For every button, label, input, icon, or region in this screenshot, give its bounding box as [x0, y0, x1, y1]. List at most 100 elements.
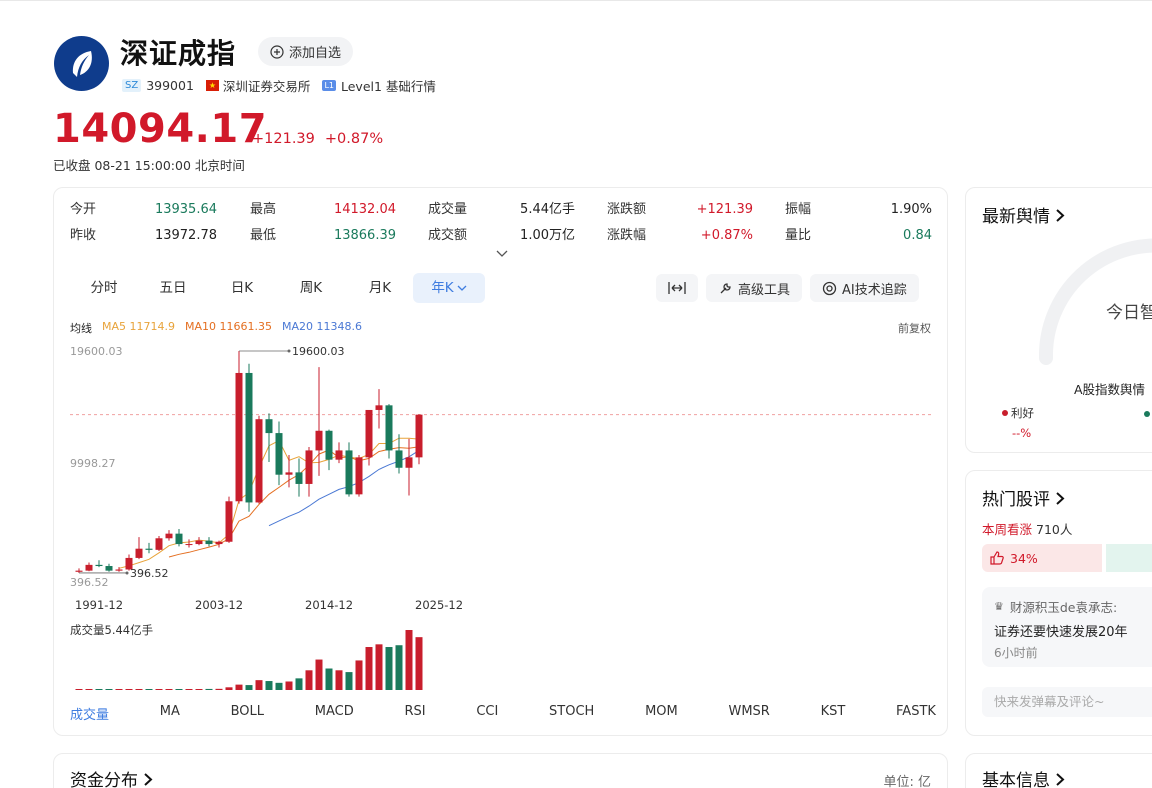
indicator-tab[interactable]: BOLL — [231, 704, 264, 723]
bearish-bar[interactable] — [1106, 544, 1152, 572]
basic-info-title-text: 基本信息 — [982, 771, 1050, 788]
volume-bar — [105, 689, 113, 690]
volume-bar — [265, 681, 273, 690]
candle-body — [85, 564, 93, 571]
max-marker-dot — [287, 349, 291, 353]
candle-body — [285, 472, 293, 475]
plus-circle-icon — [270, 44, 284, 59]
min-marker-label: 396.52 — [130, 567, 169, 580]
volume-bar — [85, 689, 93, 690]
page-title: 深证成指 — [120, 37, 237, 70]
candlestick-chart[interactable]: 19600.03 9998.27 396.52 19600.03 396.52 1991-… — [54, 188, 949, 698]
volume-bar — [385, 647, 393, 690]
indicator-tab[interactable]: 成交量 — [70, 704, 109, 723]
indicator-tab[interactable]: CCI — [476, 704, 498, 723]
bullish-bar[interactable]: 34% — [982, 544, 1102, 572]
current-price: 14094.17 — [53, 106, 268, 152]
bullish-percent: 34% — [1010, 550, 1038, 566]
comment-item[interactable]: ♛ 财源积玉de袁承志: 证券还要快速发展20年 6小时前 — [982, 587, 1152, 667]
candle-body — [75, 570, 83, 572]
volume-bar — [295, 678, 303, 690]
thumbs-up-icon — [990, 551, 1004, 565]
change-amount: +121.39 — [252, 131, 315, 147]
x-axis-label: 2003-12 — [195, 598, 243, 612]
y-axis-label: 9998.27 — [70, 457, 116, 470]
basic-info-card: 基本信息 — [965, 753, 1152, 788]
candle-body — [185, 544, 193, 546]
indicator-tab[interactable]: KST — [821, 704, 846, 723]
indicator-tab[interactable]: FASTK — [896, 704, 936, 723]
unit-label: 单位: 亿 — [883, 775, 931, 788]
indicator-tab[interactable]: MA — [160, 704, 180, 723]
volume-bar — [75, 689, 83, 690]
candle-body — [135, 548, 143, 558]
a-share-sentiment-label: A股指数舆情 — [1074, 382, 1146, 397]
volume-bar — [205, 688, 213, 690]
gauge-text: 今日智 — [1106, 303, 1152, 323]
y-axis-label: 396.52 — [70, 576, 109, 589]
fund-distribution-title[interactable]: 资金分布 — [70, 766, 153, 788]
weekly-bullish-label: 本周看涨 — [982, 522, 1033, 537]
sentiment-card: 最新舆情 今日智 A股指数舆情 利好 --% — [965, 187, 1152, 453]
candle-body — [305, 450, 313, 484]
y-axis-label: 19600.03 — [70, 345, 123, 358]
change-percent: +0.87% — [324, 131, 384, 147]
volume-bar — [195, 689, 203, 690]
volume-bar — [165, 689, 173, 690]
comment-text: 证券还要快速发展20年 — [994, 625, 1128, 640]
comment-input[interactable]: 快来发弹幕及评论~ — [982, 687, 1152, 717]
candle-body — [115, 569, 123, 571]
market-tag: SZ — [122, 79, 142, 92]
candle-body — [385, 405, 393, 451]
candle-body — [215, 541, 223, 545]
add-watchlist-button[interactable]: 添加自选 — [258, 37, 354, 66]
top-divider — [0, 0, 1152, 1]
x-axis-label: 2014-12 — [305, 598, 353, 612]
chevron-right-icon — [144, 773, 153, 786]
candle-body — [105, 566, 113, 571]
ma10-line — [168, 446, 420, 558]
indicator-tab[interactable]: STOCH — [549, 704, 594, 723]
candle-body — [95, 564, 103, 567]
indicator-tab[interactable]: WMSR — [728, 704, 769, 723]
candle-body — [345, 450, 353, 495]
level-text: Level1 基础行情 — [340, 79, 436, 94]
volume-bar — [375, 644, 383, 690]
candle-body — [355, 457, 363, 495]
volume-label: 成交量5.44亿手 — [70, 623, 153, 637]
volume-bar — [175, 689, 183, 690]
basic-info-title[interactable]: 基本信息 — [982, 766, 1065, 788]
chevron-right-icon — [1056, 773, 1065, 786]
volume-bar — [275, 682, 283, 690]
candle-body — [225, 501, 233, 542]
hot-comments-title-text: 热门股评 — [982, 490, 1050, 510]
volume-bar — [245, 685, 253, 690]
volume-bar — [345, 672, 353, 690]
hot-comments-title[interactable]: 热门股评 — [982, 485, 1065, 510]
comment-time: 6小时前 — [994, 646, 1038, 660]
candle-body — [335, 450, 343, 460]
volume-bar — [235, 684, 243, 690]
volume-bar — [305, 670, 313, 690]
index-logo — [54, 36, 109, 91]
candle-body — [325, 430, 333, 460]
max-marker-label: 19600.03 — [292, 345, 345, 358]
candle-body — [195, 540, 203, 545]
candle-body — [265, 419, 273, 434]
indicator-tab[interactable]: RSI — [404, 704, 425, 723]
level-icon: L1 — [322, 80, 336, 91]
volume-bar — [155, 689, 163, 690]
fund-distribution-title-text: 资金分布 — [70, 771, 138, 788]
market-status: 已收盘 08-21 15:00:00 北京时间 — [53, 158, 245, 173]
volume-bar — [325, 668, 333, 690]
negative-dot-icon — [1144, 411, 1150, 417]
add-watchlist-label: 添加自选 — [289, 46, 342, 61]
x-axis-label: 1991-12 — [75, 598, 123, 612]
volume-bar — [135, 689, 143, 690]
indicator-tab[interactable]: MOM — [645, 704, 678, 723]
positive-percent: --% — [1012, 426, 1032, 440]
indicator-tab[interactable]: MACD — [315, 704, 354, 723]
candle-body — [295, 472, 303, 484]
volume-bar — [395, 645, 403, 690]
candle-body — [315, 430, 323, 451]
